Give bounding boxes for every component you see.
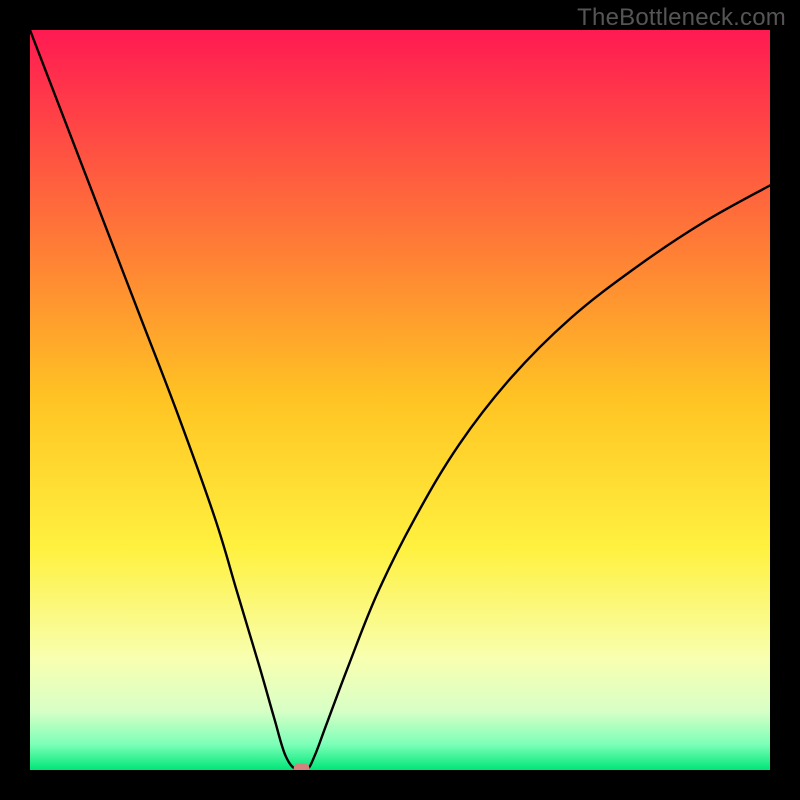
plot-area: [30, 30, 770, 770]
chart-frame: TheBottleneck.com: [0, 0, 800, 800]
plot-svg: [30, 30, 770, 770]
gradient-background: [30, 30, 770, 770]
minimum-marker: [294, 764, 310, 771]
watermark-text: TheBottleneck.com: [577, 4, 786, 32]
